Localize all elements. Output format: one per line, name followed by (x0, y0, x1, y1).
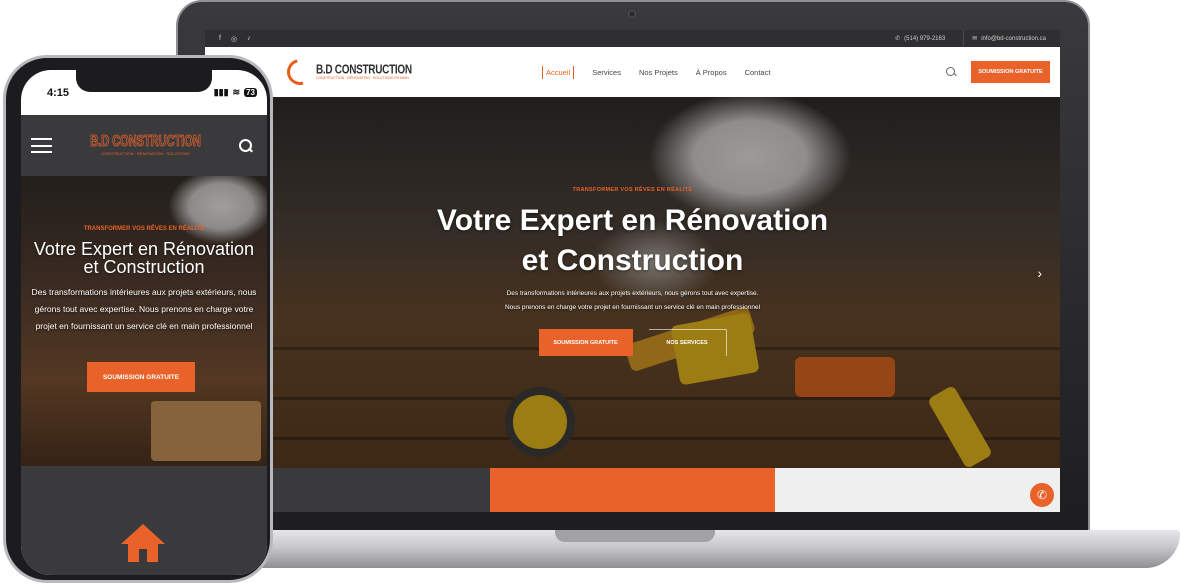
mobile-services-section (21, 466, 267, 575)
mobile-hero-eyebrow: TRANSFORMER VOS RÊVES EN RÉALITÉ (83, 226, 205, 232)
signal-icon: ▮▮▮ (213, 87, 229, 97)
phone-icon: ✆ (895, 36, 901, 42)
mobile-hero-title: Votre Expert en Rénovation et Constructi… (21, 240, 267, 276)
instagram-icon[interactable]: ◎ (231, 35, 237, 43)
hero-title-line2: et Construction (521, 244, 744, 277)
phone-number: (514) 979-2163 (904, 35, 946, 42)
mobile-header: B.D CONSTRUCTION CONSTRUCTION · RÉNOVATI… (21, 115, 267, 176)
mobile-logo-tagline: CONSTRUCTION · RÉNOVATION · SOLUTIONS (101, 150, 190, 156)
contact-info: ✆ (514) 979-2163 ✉ info@bd-construction.ca (895, 30, 1046, 47)
site-logo[interactable]: B.D CONSTRUCTION CONSTRUCTION · RÉNOVATI… (282, 54, 437, 90)
phone-call-icon[interactable]: ✆ (1030, 483, 1054, 507)
mobile-desc-line2: gérons tout avec expertise. Nous prenons… (34, 304, 254, 314)
nav-menu: Accueil Services Nos Projets À Propos Co… (542, 65, 771, 79)
email-link[interactable]: ✉ info@bd-construction.ca (963, 30, 1046, 47)
phone-notch (76, 70, 212, 92)
phone-frame: 4:15 ▮▮▮ ≋ 73 B.D CONSTRUCTION CONSTRUCT… (3, 55, 273, 583)
status-time: 4:15 (47, 86, 70, 99)
hero-desc-line2: Nous prenons en charge votre projet en f… (504, 304, 761, 311)
chevron-right-icon[interactable]: › (1037, 265, 1042, 281)
mobile-title-line1: Votre Expert en Rénovation (33, 239, 255, 259)
hero-desc-line1: Des transformations intérieures aux proj… (506, 290, 759, 297)
mobile-hero: TRANSFORMER VOS RÊVES EN RÉALITÉ Votre E… (21, 176, 267, 466)
main-navbar: B.D CONSTRUCTION CONSTRUCTION · RÉNOVATI… (205, 47, 1060, 97)
mail-icon: ✉ (972, 36, 978, 42)
email-address: info@bd-construction.ca (981, 35, 1046, 42)
nav-item-contact[interactable]: Contact (745, 68, 771, 77)
feature-card-3[interactable] (775, 468, 1060, 512)
logo-swoosh-icon (282, 54, 318, 90)
hero-section: TRANSFORMER VOS RÊVES EN RÉALITÉ Votre E… (205, 97, 1060, 468)
hero-eyebrow: TRANSFORMER VOS RÊVES EN RÉALITÉ (572, 187, 693, 193)
home-icon (121, 524, 165, 564)
mobile-title-line2: et Construction (83, 257, 205, 277)
social-links: f ◎ ♪ (219, 35, 251, 43)
hero-quote-button[interactable]: SOUMISSION GRATUITE (538, 329, 633, 356)
tiktok-icon[interactable]: ♪ (247, 35, 251, 43)
phone-link[interactable]: ✆ (514) 979-2163 (895, 30, 945, 47)
wifi-icon: ≋ (232, 87, 241, 97)
mobile-desc-line3: projet en fournissant un service clé en … (35, 321, 253, 331)
feature-card-2[interactable] (490, 468, 775, 512)
menu-icon[interactable] (31, 138, 52, 153)
search-icon[interactable] (945, 66, 957, 78)
nav-quote-button[interactable]: SOUMISSION GRATUITE (971, 61, 1050, 83)
laptop-camera (628, 10, 636, 18)
mobile-logo-title: B.D CONSTRUCTION (90, 133, 201, 151)
laptop-hinge-notch (555, 530, 715, 542)
search-icon[interactable] (238, 138, 253, 153)
nav-item-accueil[interactable]: Accueil (542, 65, 575, 79)
hero-services-button[interactable]: NOS SERVICES (648, 329, 727, 356)
nav-item-services[interactable]: Services (592, 68, 621, 77)
facebook-icon[interactable]: f (219, 35, 221, 43)
battery-icon: 73 (244, 88, 257, 97)
device-mockup: f ◎ ♪ ✆ (514) 979-2163 ✉ info@bd-construct… (0, 0, 1180, 585)
mobile-logo[interactable]: B.D CONSTRUCTION CONSTRUCTION · RÉNOVATI… (90, 133, 201, 156)
hero-title-line1: Votre Expert en Rénovation (436, 204, 829, 237)
mobile-hero-description: Des transformations intérieures aux proj… (21, 284, 267, 335)
desktop-screen: f ◎ ♪ ✆ (514) 979-2163 ✉ info@bd-construct… (205, 30, 1060, 512)
hero-description: Des transformations intérieures aux proj… (205, 287, 1060, 315)
hero-title: Votre Expert en Rénovation et Constructi… (205, 201, 1060, 281)
feature-strip (205, 468, 1060, 512)
nav-item-a-propos[interactable]: À Propos (696, 68, 727, 77)
top-bar: f ◎ ♪ ✆ (514) 979-2163 ✉ info@bd-construct… (205, 30, 1060, 47)
mobile-quote-button[interactable]: SOUMISSION GRATUITE (87, 362, 195, 392)
nav-item-projets[interactable]: Nos Projets (639, 68, 678, 77)
mobile-desc-line1: Des transformations intérieures aux proj… (31, 287, 257, 297)
logo-title: B.D CONSTRUCTION (316, 62, 412, 78)
mobile-screen: 4:15 ▮▮▮ ≋ 73 B.D CONSTRUCTION CONSTRUCT… (21, 70, 267, 575)
